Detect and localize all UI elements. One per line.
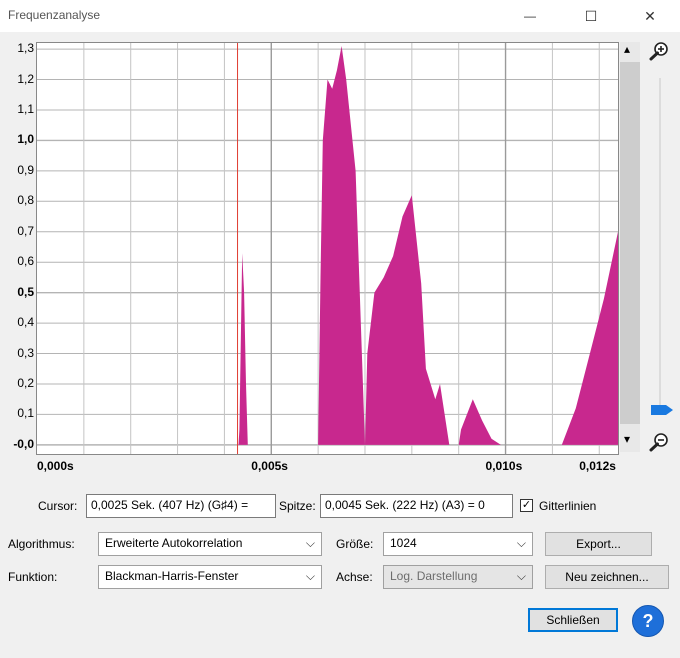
size-select[interactable]: 1024 ⌵ xyxy=(383,532,533,556)
zoom-in-icon[interactable] xyxy=(648,40,670,65)
y-tick-label: 0,9 xyxy=(17,162,34,177)
cursor-value-field[interactable]: 0,0025 Sek. (407 Hz) (G♯4) = xyxy=(86,494,276,518)
minimize-button[interactable]: — xyxy=(507,0,553,32)
zoom-slider-handle[interactable] xyxy=(650,403,674,420)
y-tick-label: 1,0 xyxy=(17,132,34,147)
gridlines-checkbox[interactable]: ✓ xyxy=(520,499,533,512)
y-tick-label: 0,6 xyxy=(17,254,34,269)
window-title: Frequenzanalyse xyxy=(8,8,101,22)
axis-select[interactable]: Log. Darstellung ⌵ xyxy=(383,565,533,589)
y-tick-label: 0,3 xyxy=(17,345,34,360)
y-tick-label: 1,3 xyxy=(17,41,34,56)
y-tick-label: 1,2 xyxy=(17,71,34,86)
autocorrelation-chart xyxy=(37,43,618,454)
export-button[interactable]: Export... xyxy=(545,532,652,556)
close-button[interactable]: Schließen xyxy=(528,608,618,632)
x-tick-label: 0,012s xyxy=(579,459,616,473)
vertical-scrollbar[interactable]: ▴ ▾ xyxy=(620,42,640,452)
chevron-down-icon: ⌵ xyxy=(516,569,526,583)
scroll-down-arrow-icon[interactable]: ▾ xyxy=(624,432,630,446)
x-tick-label: 0,005s xyxy=(251,459,288,473)
y-tick-label: 0,1 xyxy=(17,406,34,421)
x-tick-label: 0,000s xyxy=(37,459,74,473)
zoom-out-icon[interactable] xyxy=(648,431,670,456)
zoom-slider-track[interactable] xyxy=(659,78,661,408)
function-label: Funktion: xyxy=(8,570,58,584)
plot-area[interactable] xyxy=(36,42,619,455)
y-tick-label: -0,0 xyxy=(13,436,34,451)
close-window-button[interactable]: ✕ xyxy=(627,0,673,32)
peak-value-field[interactable]: 0,0045 Sek. (222 Hz) (A3) = 0 xyxy=(320,494,513,518)
y-tick-label: 1,1 xyxy=(17,101,34,116)
cursor-label: Cursor: xyxy=(38,499,78,513)
maximize-button[interactable]: ☐ xyxy=(568,0,614,32)
y-tick-label: 0,2 xyxy=(17,375,34,390)
y-tick-label: 0,4 xyxy=(17,315,34,330)
gridlines-label: Gitterlinien xyxy=(539,499,597,513)
peak-label: Spitze: xyxy=(279,499,316,513)
size-value: 1024 xyxy=(390,536,417,550)
y-tick-label: 0,5 xyxy=(17,284,34,299)
y-tick-label: 0,7 xyxy=(17,223,34,238)
y-tick-label: 0,8 xyxy=(17,193,34,208)
algorithm-label: Algorithmus: xyxy=(8,537,75,551)
chevron-down-icon: ⌵ xyxy=(516,536,526,550)
function-select[interactable]: Blackman-Harris-Fenster ⌵ xyxy=(98,565,322,589)
x-tick-label: 0,010s xyxy=(485,459,523,473)
algorithm-select[interactable]: Erweiterte Autokorrelation ⌵ xyxy=(98,532,322,556)
scroll-up-arrow-icon[interactable]: ▴ xyxy=(624,42,630,56)
axis-label: Achse: xyxy=(336,570,373,584)
algorithm-value: Erweiterte Autokorrelation xyxy=(105,536,243,550)
redraw-button[interactable]: Neu zeichnen... xyxy=(545,565,669,589)
size-label: Größe: xyxy=(336,537,374,551)
autocorrelation-area xyxy=(37,46,618,445)
help-button[interactable]: ? xyxy=(632,605,664,637)
chevron-down-icon: ⌵ xyxy=(305,569,315,583)
chevron-down-icon: ⌵ xyxy=(305,536,315,550)
function-value: Blackman-Harris-Fenster xyxy=(105,569,239,583)
title-bar: Frequenzanalyse — ☐ ✕ xyxy=(0,0,680,32)
scrollbar-thumb[interactable] xyxy=(620,62,640,424)
axis-value: Log. Darstellung xyxy=(390,569,478,583)
